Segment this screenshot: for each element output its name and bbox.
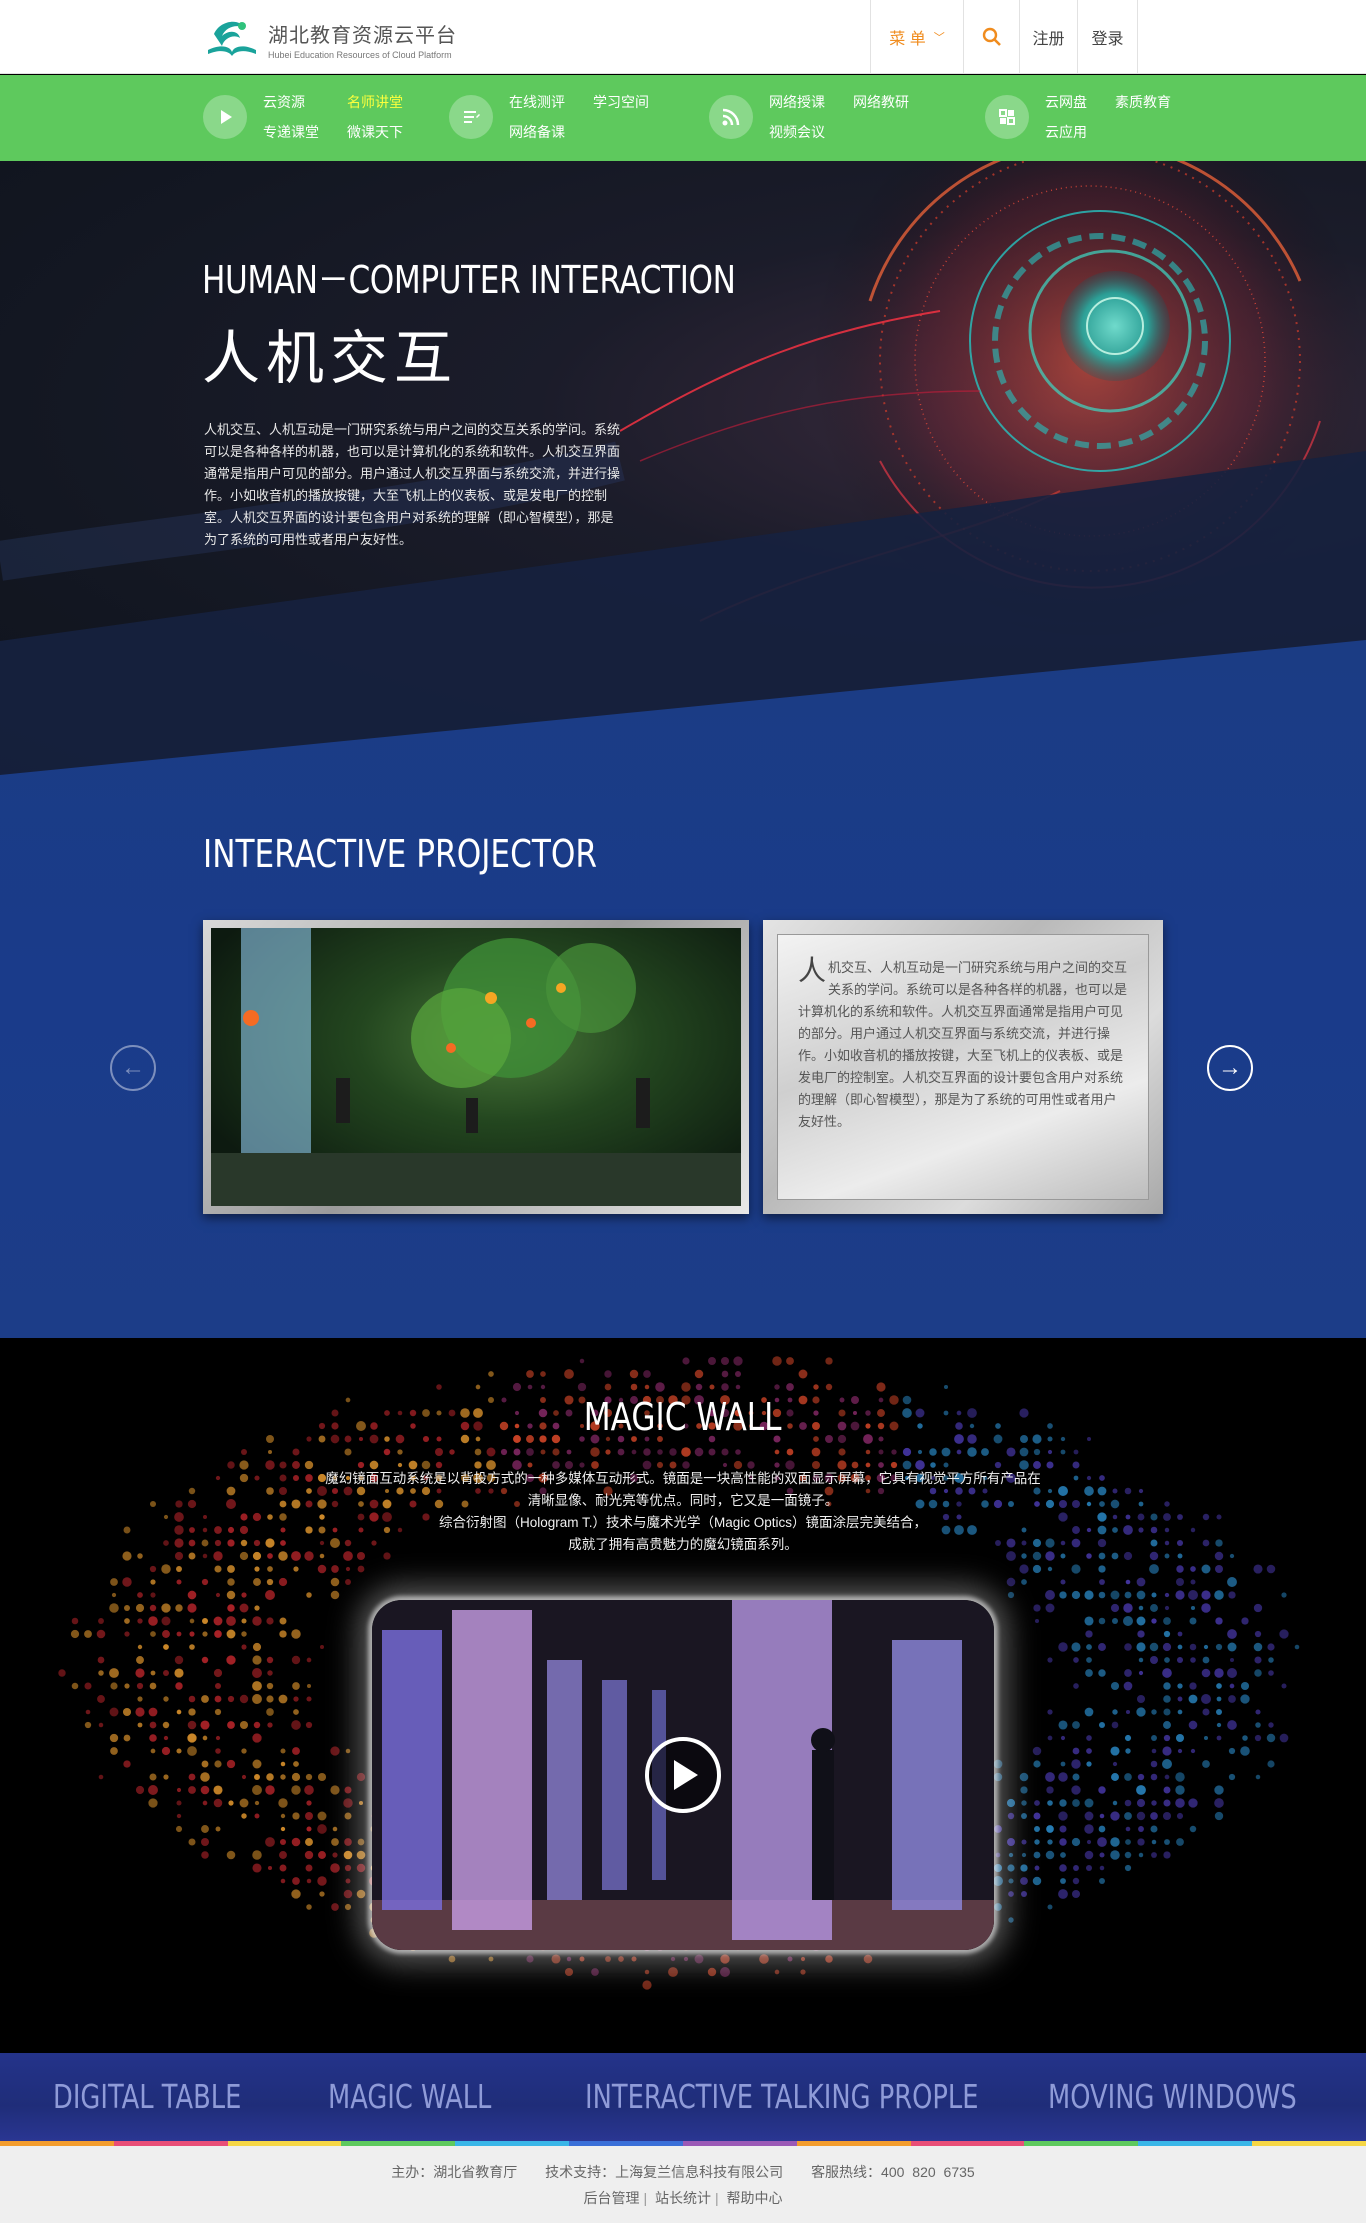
nav-link-cloud-resources[interactable]: 云资源 bbox=[263, 93, 319, 113]
nav-link-famous-teacher[interactable]: 名师讲堂 bbox=[347, 93, 403, 113]
logo-title: 湖北教育资源云平台 bbox=[268, 24, 457, 47]
projector-title: INTERACTIVE PROJECTOR bbox=[203, 832, 598, 876]
search-button[interactable] bbox=[963, 0, 1019, 74]
site-logo[interactable]: 湖北教育资源云平台 Hubei Education Resources of C… bbox=[204, 16, 457, 62]
play-icon bbox=[203, 95, 247, 139]
arrow-left-icon[interactable]: ← bbox=[110, 1045, 156, 1091]
nav-link-online-teaching[interactable]: 网络授课 bbox=[769, 93, 825, 113]
product-tabs: DIGITAL TABLE MAGIC WALL INTERACTIVE TAL… bbox=[0, 2053, 1366, 2141]
nav-link-special-class[interactable]: 专递课堂 bbox=[263, 123, 319, 143]
arrow-right-icon[interactable]: → bbox=[1207, 1045, 1253, 1091]
magic-wall-description: 魔幻镜面互动系统是以背投方式的一种多媒体互动形式。镜面是一块高性能的双面显示屏幕… bbox=[325, 1471, 1041, 1552]
header-nav: 菜 单 ﹀ 注册 登录 bbox=[870, 0, 1138, 74]
chevron-down-icon: ﹀ bbox=[933, 32, 945, 44]
projector-text-card: 人机交互、人机互动是一门研究系统与用户之间的交互关系的学问。系统可以是各种各样的… bbox=[763, 920, 1163, 1214]
cloud-apps-icon bbox=[985, 95, 1029, 139]
nav-link-quality-education[interactable]: 素质教育 bbox=[1115, 93, 1171, 113]
nav-link-online-research[interactable]: 网络教研 bbox=[853, 93, 909, 113]
nav-group-teaching: 网络授课 网络教研 视频会议 bbox=[709, 93, 909, 143]
footer-link-help[interactable]: 帮助中心 bbox=[727, 2190, 783, 2206]
nav-link-cloud-disk[interactable]: 云网盘 bbox=[1045, 93, 1087, 113]
site-footer: 主办：湖北省教育厅 技术支持：上海复兰信息科技有限公司 客服热线：400 820… bbox=[0, 2146, 1366, 2223]
play-icon bbox=[674, 1760, 698, 1790]
logo-subtitle: Hubei Education Resources of Cloud Platf… bbox=[268, 49, 452, 60]
footer-host: 主办：湖北省教育厅 bbox=[391, 2164, 518, 2180]
projector-photo bbox=[203, 920, 749, 1214]
nav-link-cloud-apps[interactable]: 云应用 bbox=[1045, 123, 1087, 143]
footer-link-stats[interactable]: 站长统计 bbox=[655, 2190, 711, 2206]
nav-link-micro-lesson[interactable]: 微课天下 bbox=[347, 123, 403, 143]
main-nav: 云资源 名师讲堂 专递课堂 微课天下 在线测评 学习空间 网络备课 网络授课 网… bbox=[0, 75, 1366, 161]
tab-digital-table[interactable]: DIGITAL TABLE bbox=[53, 2077, 241, 2116]
nav-group-cloud: 云网盘 素质教育 云应用 bbox=[985, 93, 1171, 143]
tab-interactive-talking-people[interactable]: INTERACTIVE TALKING PROPLE bbox=[585, 2077, 978, 2116]
register-link[interactable]: 注册 bbox=[1019, 0, 1077, 74]
edit-icon bbox=[449, 95, 493, 139]
play-button[interactable] bbox=[645, 1737, 721, 1813]
logo-icon bbox=[204, 16, 260, 62]
login-link[interactable]: 登录 bbox=[1077, 0, 1138, 74]
footer-hotline: 客服热线：400 820 6735 bbox=[811, 2164, 975, 2180]
tab-magic-wall[interactable]: MAGIC WALL bbox=[328, 2077, 491, 2116]
footer-tech-support: 技术支持：上海复兰信息科技有限公司 bbox=[545, 2164, 784, 2180]
tab-moving-windows[interactable]: MOVING WINDOWS bbox=[1048, 2077, 1297, 2116]
footer-link-admin[interactable]: 后台管理 bbox=[583, 2190, 639, 2206]
projector-card-text: 机交互、人机互动是一门研究系统与用户之间的交互关系的学问。系统可以是各种各样的机… bbox=[798, 960, 1128, 1129]
hero-title-en: HUMAN－COMPUTER INTERACTION bbox=[202, 258, 736, 302]
menu-button[interactable]: 菜 单 ﹀ bbox=[870, 0, 963, 74]
magic-wall-title: MAGIC WALL bbox=[584, 1395, 782, 1439]
nav-link-online-prep[interactable]: 网络备课 bbox=[509, 123, 565, 143]
nav-link-study-space[interactable]: 学习空间 bbox=[593, 93, 649, 113]
hero-description: 人机交互、人机互动是一门研究系统与用户之间的交互关系的学问。系统可以是各种各样的… bbox=[204, 422, 621, 547]
nav-link-video-conference[interactable]: 视频会议 bbox=[769, 123, 825, 143]
nav-group-learning: 在线测评 学习空间 网络备课 bbox=[449, 93, 649, 143]
projector-drop-cap: 人 bbox=[798, 955, 827, 986]
nav-group-resources: 云资源 名师讲堂 专递课堂 微课天下 bbox=[203, 93, 403, 143]
search-icon bbox=[982, 27, 1001, 46]
hero-title-cn: 人机交互 bbox=[202, 326, 459, 391]
rss-icon bbox=[709, 95, 753, 139]
nav-link-online-test[interactable]: 在线测评 bbox=[509, 93, 565, 113]
site-header: 湖北教育资源云平台 Hubei Education Resources of C… bbox=[0, 0, 1366, 74]
menu-label: 菜 单 bbox=[889, 31, 926, 48]
